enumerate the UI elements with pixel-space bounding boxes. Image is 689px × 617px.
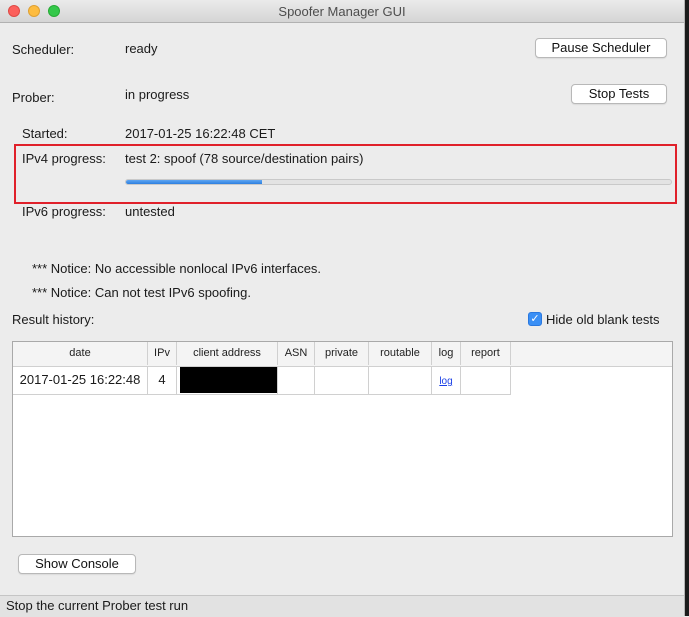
column-header-asn[interactable]: ASN — [278, 342, 315, 365]
ipv4-progress-bar — [125, 179, 672, 185]
window-title: Spoofer Manager GUI — [278, 4, 406, 19]
cell-date: 2017-01-25 16:22:48 — [13, 366, 148, 395]
column-header-date[interactable]: date — [13, 342, 148, 365]
cell-ipv: 4 — [148, 366, 177, 395]
column-header-client-address[interactable]: client address — [177, 342, 278, 365]
prober-label: Prober: — [12, 90, 55, 105]
started-label: Started: — [22, 126, 68, 141]
ipv6-progress-status: untested — [125, 204, 175, 219]
hide-blank-tests-label[interactable]: Hide old blank tests — [546, 312, 659, 327]
scheduler-label: Scheduler: — [12, 42, 75, 57]
main-window: Spoofer Manager GUI Scheduler: ready Pau… — [0, 0, 685, 617]
status-bar: Stop the current Prober test run — [0, 595, 684, 617]
cell-asn — [278, 366, 315, 395]
hide-blank-tests-checkbox[interactable]: ✓ — [528, 312, 542, 326]
notice-ipv6-interfaces: *** Notice: No accessible nonlocal IPv6 … — [32, 261, 322, 276]
status-bar-text: Stop the current Prober test run — [6, 598, 189, 613]
ipv6-progress-label: IPv6 progress: — [22, 204, 106, 219]
result-history-label: Result history: — [12, 312, 95, 327]
column-header-routable[interactable]: routable — [369, 342, 432, 365]
log-link[interactable]: log — [439, 376, 452, 387]
scheduler-status: ready — [125, 41, 158, 56]
window-edge — [685, 0, 689, 616]
ipv4-progress-status: test 2: spoof (78 source/destination pai… — [125, 151, 364, 166]
ipv4-progress-label: IPv4 progress: — [22, 151, 106, 166]
cell-client-address — [177, 366, 278, 395]
ipv4-progress-fill — [126, 180, 263, 184]
notice-ipv6-spoofing: *** Notice: Can not test IPv6 spoofing. — [32, 285, 251, 300]
redacted-client-address — [180, 367, 277, 393]
title-bar: Spoofer Manager GUI — [0, 0, 684, 23]
table-header: date IPv client address ASN private rout… — [13, 342, 672, 367]
cell-routable — [369, 366, 432, 395]
result-history-table: date IPv client address ASN private rout… — [12, 341, 673, 537]
column-header-ipv[interactable]: IPv — [148, 342, 177, 365]
cell-log: log — [432, 366, 461, 395]
stop-tests-button[interactable]: Stop Tests — [571, 84, 667, 104]
prober-status: in progress — [125, 87, 190, 102]
column-header-report[interactable]: report — [461, 342, 511, 365]
pause-scheduler-button[interactable]: Pause Scheduler — [535, 38, 667, 58]
show-console-button[interactable]: Show Console — [18, 554, 136, 574]
column-header-log[interactable]: log — [432, 342, 461, 365]
started-value: 2017-01-25 16:22:48 CET — [125, 126, 276, 141]
cell-report — [461, 366, 511, 395]
cell-private — [315, 366, 369, 395]
column-header-private[interactable]: private — [315, 342, 369, 365]
